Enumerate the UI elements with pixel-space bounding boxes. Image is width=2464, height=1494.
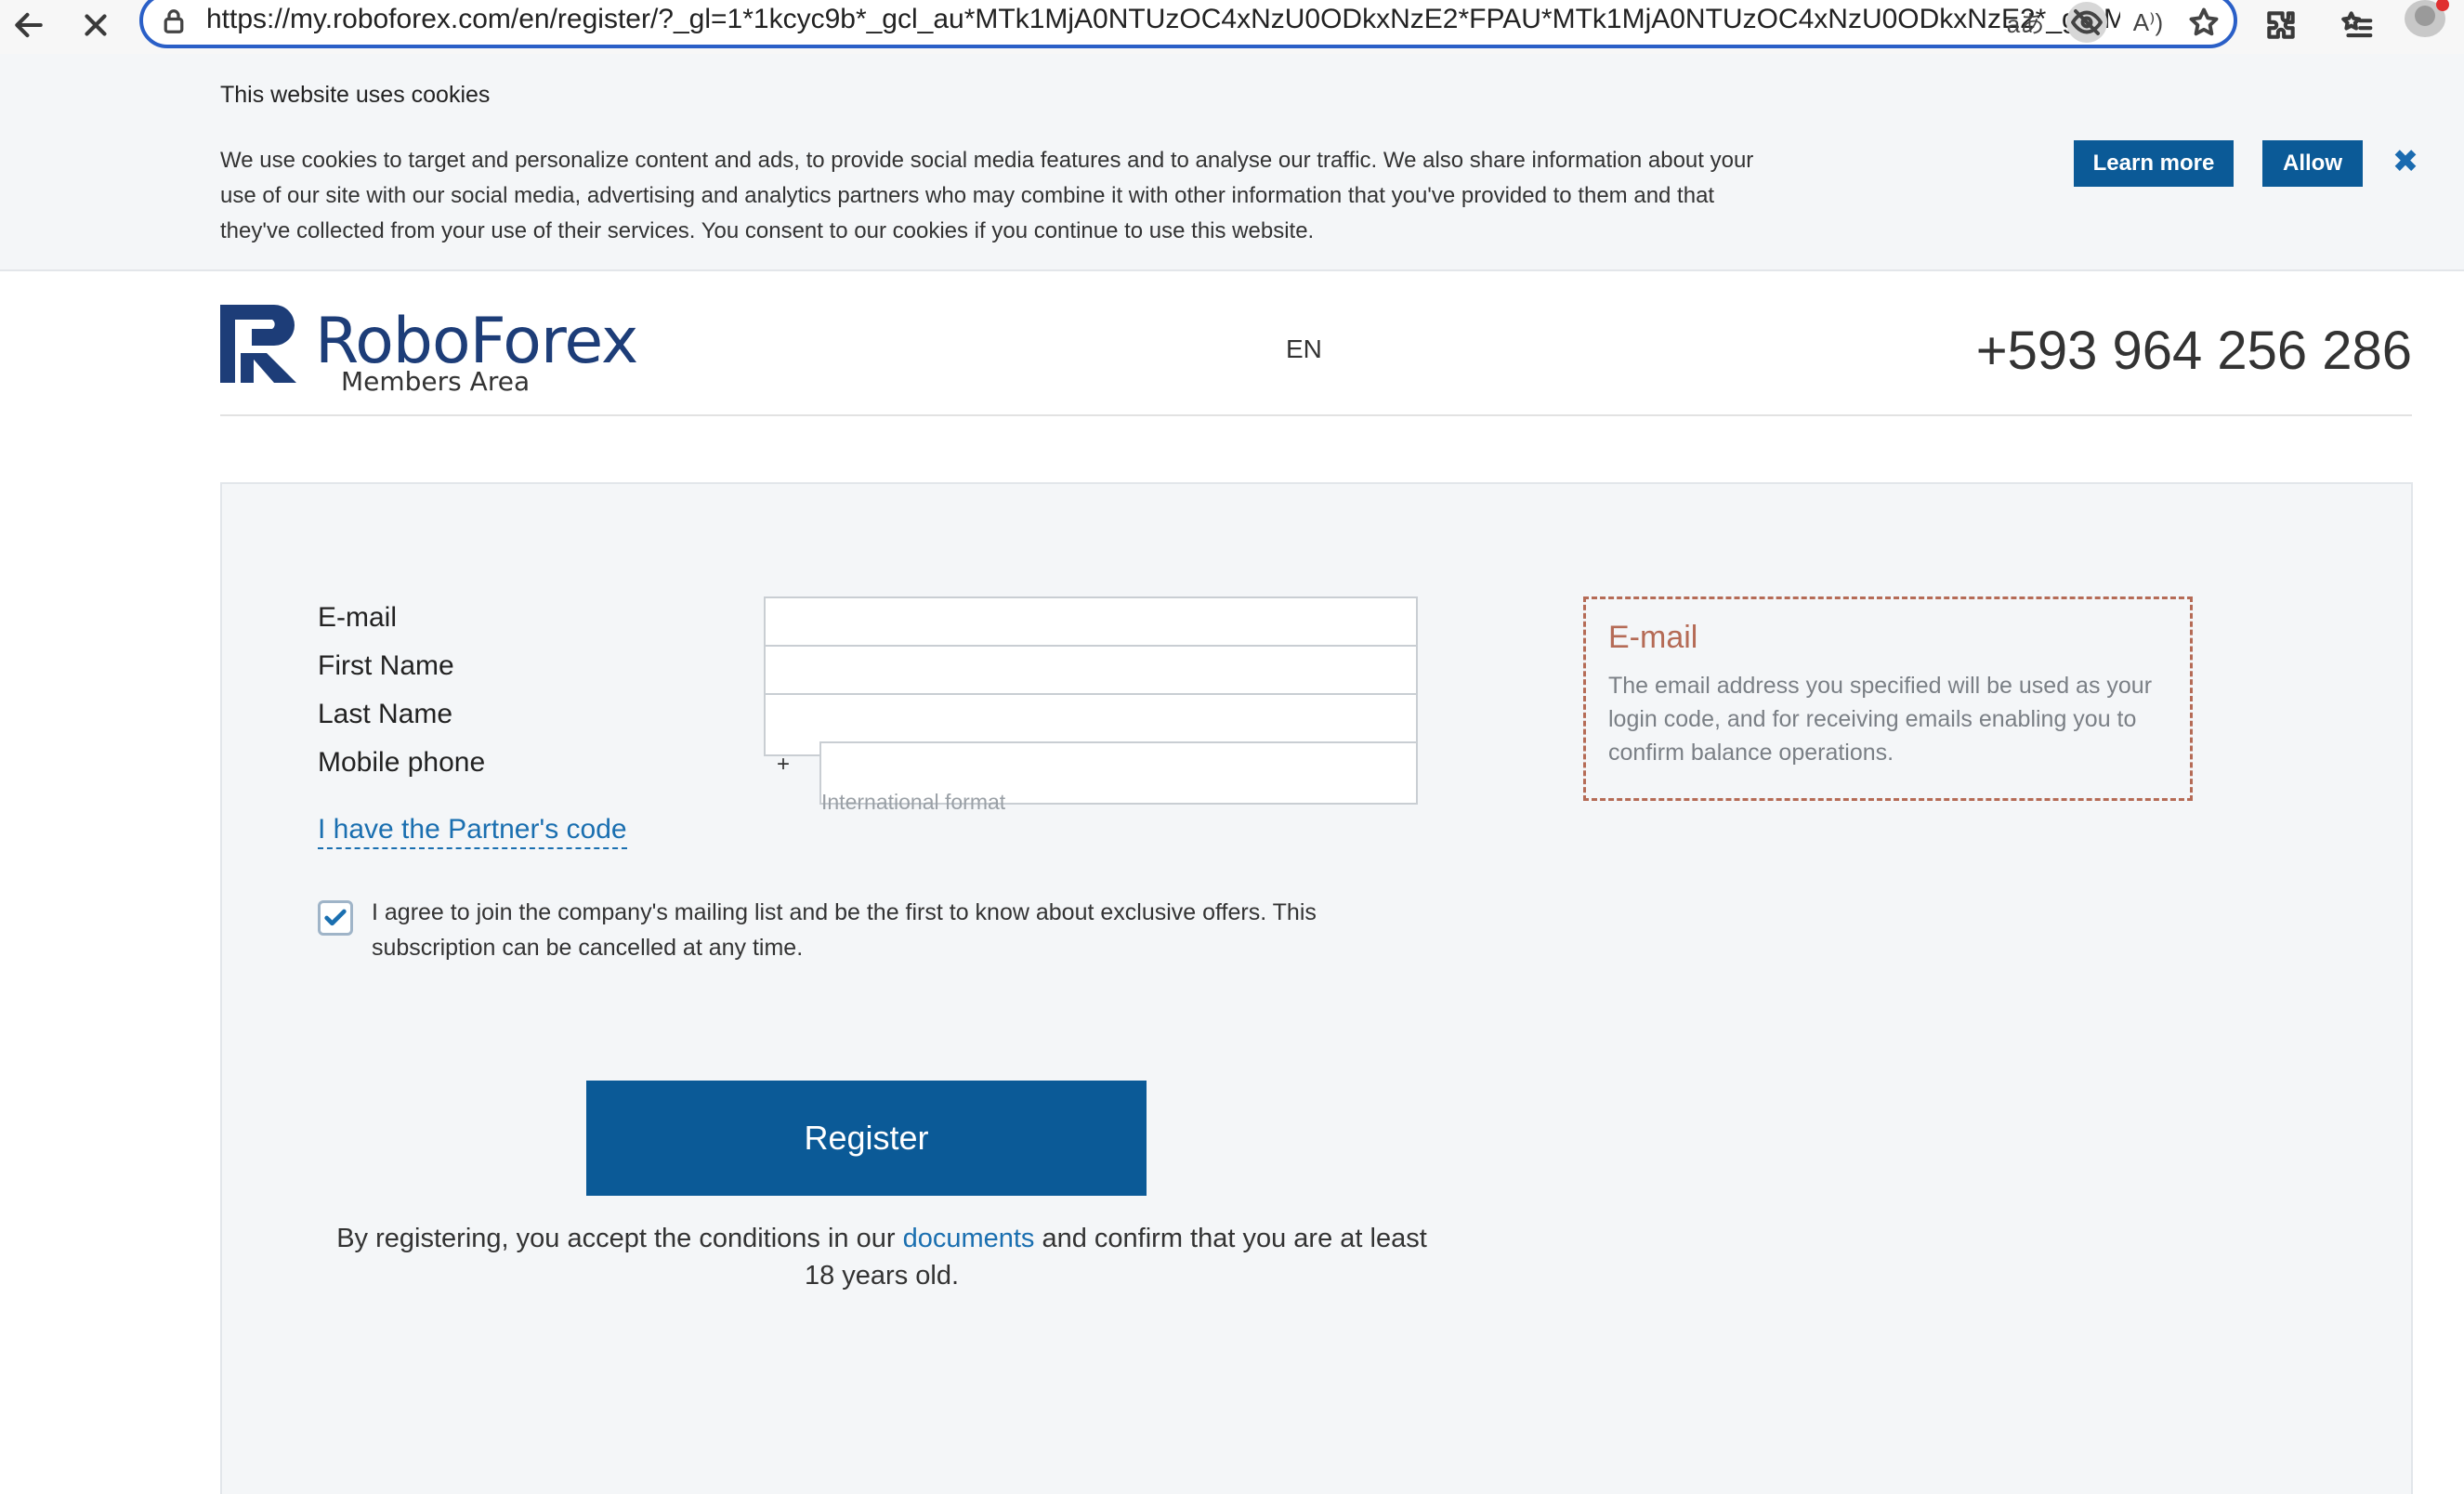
extensions-icon[interactable] xyxy=(2260,4,2302,46)
tooltip-text: The email address you specified will be … xyxy=(1608,673,2153,766)
email-label: E-mail xyxy=(318,602,398,633)
terms-text-before: By registering, you accept the condition… xyxy=(336,1224,903,1253)
phone-prefix: + xyxy=(777,752,791,777)
tracking-prevention-icon[interactable] xyxy=(2066,2,2107,43)
translate-icon[interactable]: aあ xyxy=(2005,2,2046,43)
partner-code-link[interactable]: I have the Partner's code xyxy=(318,814,627,849)
checkmark-icon xyxy=(324,909,347,926)
header-divider xyxy=(220,414,2412,416)
stop-loading-icon[interactable] xyxy=(74,4,117,46)
close-icon[interactable]: ✖ xyxy=(2391,146,2420,177)
favorites-list-icon[interactable] xyxy=(2336,4,2379,46)
email-tooltip: E-mail The email address you specified w… xyxy=(1583,596,2193,801)
language-selector[interactable]: EN xyxy=(1286,334,1322,364)
mobile-phone-label: Mobile phone xyxy=(318,747,486,778)
back-arrow-icon[interactable] xyxy=(7,4,50,46)
documents-link[interactable]: documents xyxy=(903,1224,1035,1253)
read-aloud-icon[interactable]: A⁾) xyxy=(2128,2,2169,43)
favorite-star-icon[interactable] xyxy=(2183,2,2224,43)
mailing-list-checkbox[interactable] xyxy=(318,900,353,936)
support-phone: +593 964 256 286 xyxy=(1975,321,2412,381)
cookie-banner: This website uses cookies We use cookies… xyxy=(0,54,2464,271)
registration-form: E-mail First Name Last Name Mobile phone… xyxy=(220,482,2413,1494)
terms-notice: By registering, you accept the condition… xyxy=(334,1220,1430,1294)
allow-cookies-button[interactable]: Allow xyxy=(2262,140,2363,187)
notification-dot xyxy=(2436,0,2449,11)
cookie-text: We use cookies to target and personalize… xyxy=(220,148,1754,243)
cookie-title: This website uses cookies xyxy=(220,82,491,108)
roboforex-logo-mark-icon xyxy=(220,305,296,383)
tooltip-title: E-mail xyxy=(1608,620,1698,655)
first-name-label: First Name xyxy=(318,650,454,681)
browser-toolbar: https://my.roboforex.com/en/register/?_g… xyxy=(0,0,2464,54)
logo-subtitle: Members Area xyxy=(341,366,531,397)
phone-format-hint: International format xyxy=(821,790,1006,814)
learn-more-button[interactable]: Learn more xyxy=(2074,140,2234,187)
url-text[interactable]: https://my.roboforex.com/en/register/?_g… xyxy=(206,4,2120,35)
last-name-label: Last Name xyxy=(318,699,453,729)
lock-icon[interactable] xyxy=(160,7,188,35)
address-bar[interactable]: https://my.roboforex.com/en/register/?_g… xyxy=(139,0,2237,48)
register-button[interactable]: Register xyxy=(586,1081,1147,1196)
roboforex-logo[interactable]: RoboForex Members Area xyxy=(220,305,638,398)
mailing-list-consent-text: I agree to join the company's mailing li… xyxy=(372,899,1317,961)
